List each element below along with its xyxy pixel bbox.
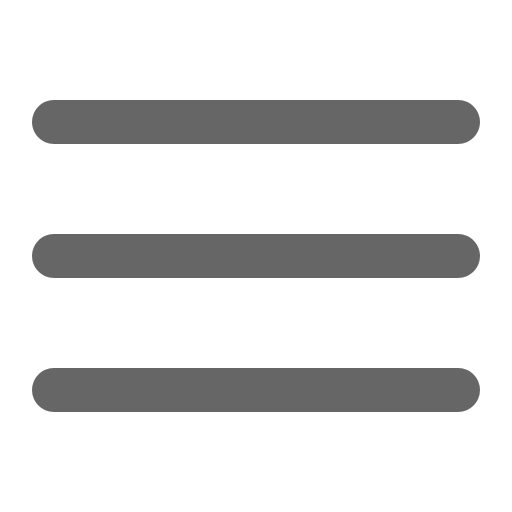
menu-bar-bottom bbox=[32, 368, 480, 412]
menu-bar-middle bbox=[32, 234, 480, 278]
hamburger-menu-icon[interactable] bbox=[0, 0, 512, 512]
menu-bar-top bbox=[32, 100, 480, 144]
